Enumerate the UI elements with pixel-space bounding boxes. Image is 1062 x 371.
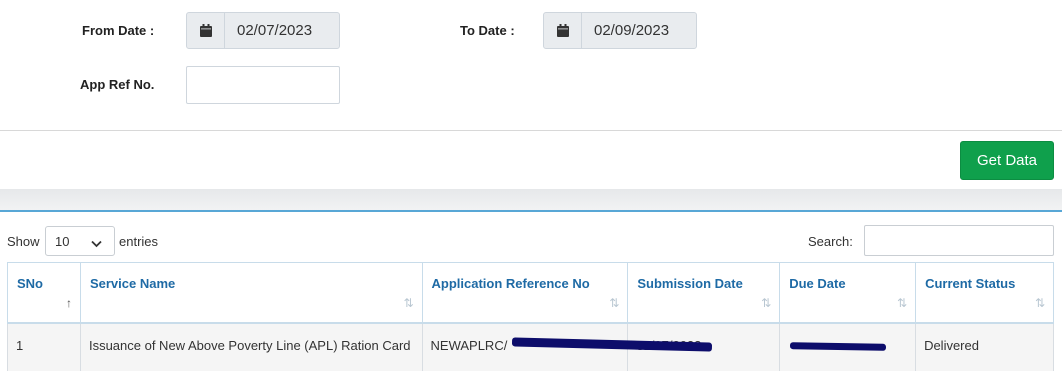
app-ref-label: App Ref No. [80,77,155,92]
page-length-select[interactable]: 10 [45,226,115,256]
cell-service-name: Issuance of New Above Poverty Line (APL)… [79,321,423,371]
sort-icon: ⇅ [761,296,772,310]
results-table: SNo ↑ Service Name ⇅ Application Reference… [7,262,1054,371]
column-header-label: SNo [17,276,43,291]
calendar-icon[interactable] [544,13,582,48]
column-header-label: Due Date [789,276,846,291]
results-panel: Show 10 entries Search: SNo ↑ Service Nam… [0,210,1062,371]
sort-icon: ⇅ [609,296,620,310]
show-label: Show [7,234,40,249]
from-date-value[interactable]: 02/07/2023 [225,13,339,48]
column-header-status[interactable]: Current Status ⇅ [915,262,1054,323]
entries-label: entries [119,234,159,249]
sort-icon: ⇅ [1034,296,1045,310]
sort-icon: ⇅ [897,296,908,310]
column-header-service-name[interactable]: Service Name ⇅ [79,262,423,323]
column-header-due-date[interactable]: Due Date ⇅ [779,262,917,323]
sort-asc-icon: ↑ [65,296,72,310]
from-date-input[interactable]: 02/07/2023 [186,12,340,49]
from-date-label: From Date : [82,23,155,38]
to-date-value[interactable]: 02/09/2023 [582,13,696,48]
cell-sno: 1 [7,321,81,371]
action-bar: Get Data [0,131,1062,189]
column-header-label: Submission Date [637,276,743,291]
app-ref-input[interactable] [186,66,340,104]
section-divider [0,189,1062,211]
column-header-label: Current Status [925,276,1016,291]
to-date-label: To Date : [460,23,515,38]
column-header-label: Application Reference No [431,276,590,291]
get-data-button[interactable]: Get Data [960,141,1054,180]
column-header-submission-date[interactable]: Submission Date ⇅ [627,262,781,323]
sort-icon: ⇅ [403,296,414,310]
column-header-sno[interactable]: SNo ↑ [7,262,81,323]
to-date-input[interactable]: 02/09/2023 [543,12,697,49]
chevron-down-icon [91,236,102,251]
column-header-label: Service Name [89,276,176,291]
column-header-app-ref[interactable]: Application Reference No ⇅ [421,262,629,323]
calendar-icon[interactable] [187,13,225,48]
search-input[interactable] [864,225,1054,256]
table-header-row: SNo ↑ Service Name ⇅ Application Reference… [7,262,1054,323]
filter-panel: From Date : 02/07/2023 To Date : 02/09/2… [0,0,1062,131]
page-length-value: 10 [55,233,70,249]
search-label: Search: [808,234,853,249]
cell-status[interactable]: Delivered [915,321,1054,371]
